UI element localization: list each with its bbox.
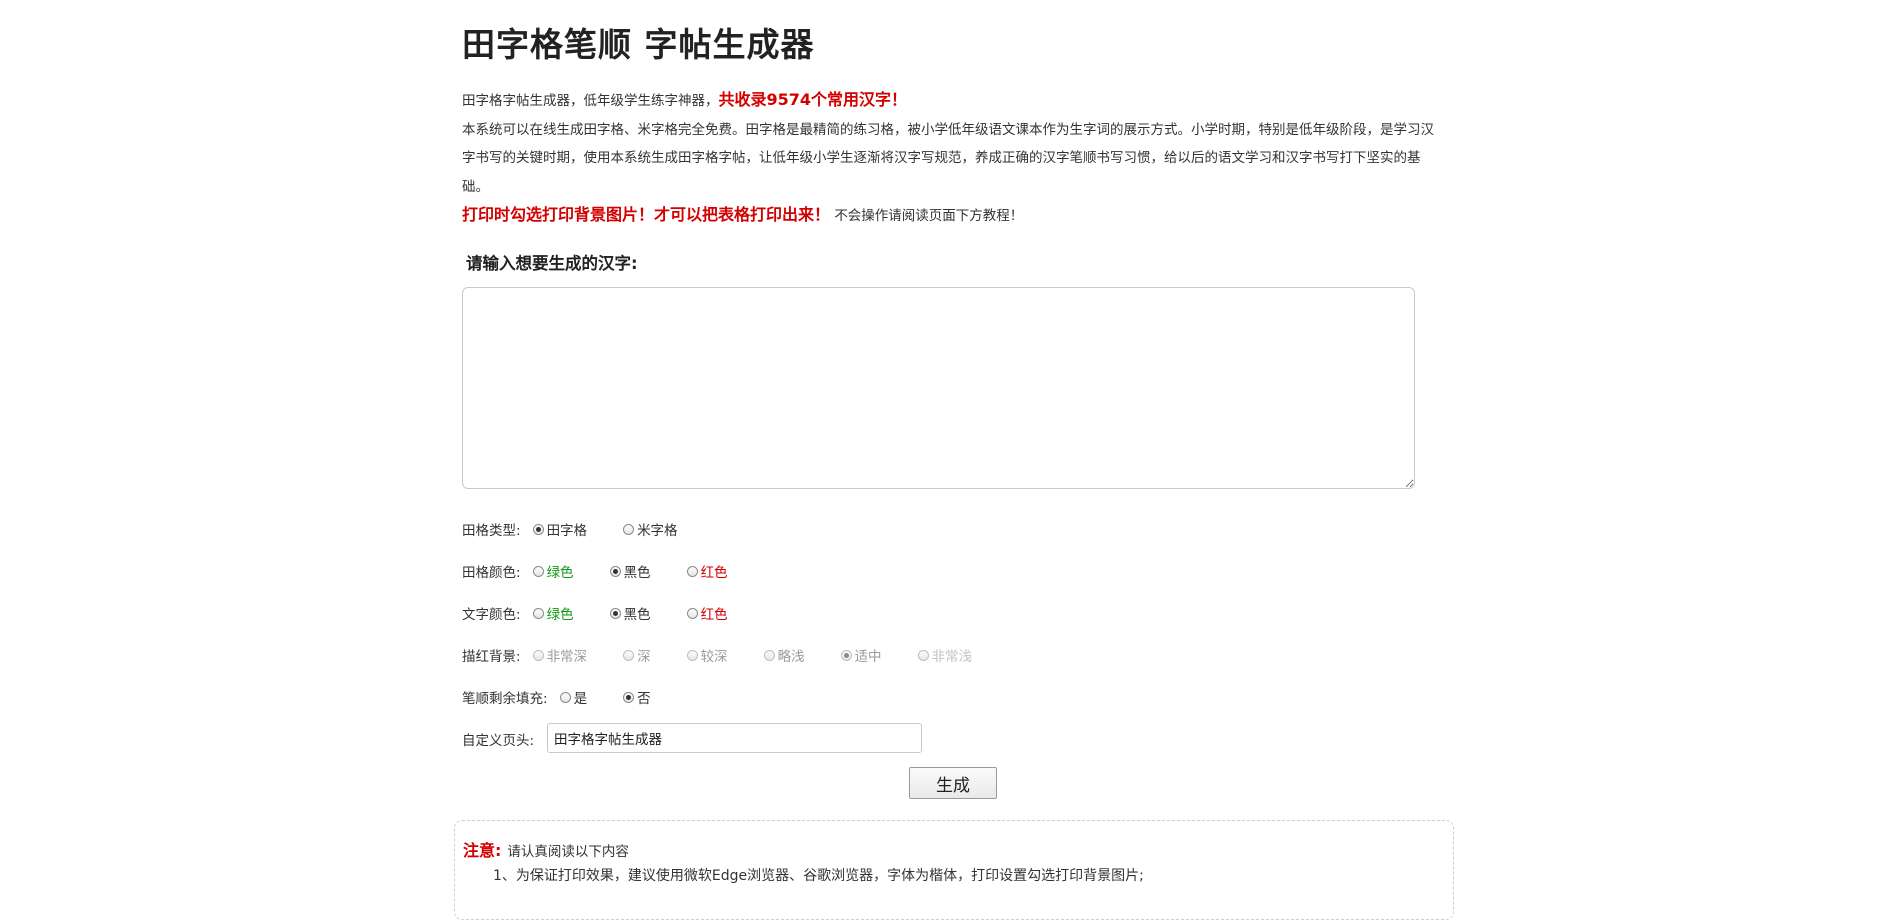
print-tip: 打印时勾选打印背景图片！才可以把表格打印出来！ 不会操作请阅读页面下方教程！ <box>462 201 1447 231</box>
radio-label: 米字格 <box>637 523 678 539</box>
generate-button[interactable]: 生成 <box>909 767 997 799</box>
text-color-green-radio[interactable]: 绿色 <box>532 603 574 623</box>
radio-icon <box>532 523 544 535</box>
radio-icon <box>609 565 621 577</box>
trace-bg-very-dark-radio[interactable]: 非常深 <box>532 645 588 665</box>
intro-paragraph: 本系统可以在线生成田字格、米字格完全免费。田字格是最精简的练习格，被小学低年级语… <box>462 121 1434 195</box>
radio-icon <box>623 523 635 535</box>
radio-icon <box>559 691 571 703</box>
notice-title: 注意: <box>463 841 502 860</box>
custom-header-row: 自定义页头: <box>462 723 922 753</box>
grid-type-mizige-radio[interactable]: 米字格 <box>623 519 678 539</box>
grid-color-label: 田格颜色: <box>462 565 521 581</box>
radio-icon <box>840 649 852 661</box>
radio-label: 田字格 <box>546 523 588 539</box>
radio-icon <box>686 649 698 661</box>
notice-item-1: 1、为保证打印效果，建议使用微软Edge浏览器、谷歌浏览器，字体为楷体，打印设置… <box>493 868 1144 884</box>
text-color-label: 文字颜色: <box>462 607 521 623</box>
radio-label: 黑色 <box>623 607 651 623</box>
radio-label: 较深 <box>700 649 728 665</box>
radio-label: 非常浅 <box>931 649 973 665</box>
radio-label: 是 <box>573 691 588 707</box>
custom-header-input[interactable] <box>547 723 922 753</box>
input-prompt: 请输入想要生成的汉字: <box>466 254 638 273</box>
trace-background-row: 描红背景: 非常深 深 较深 略浅 适中 非常浅 <box>462 644 972 666</box>
grid-type-label: 田格类型: <box>462 523 521 539</box>
grid-color-green-radio[interactable]: 绿色 <box>532 561 574 581</box>
radio-label: 深 <box>637 649 651 665</box>
trace-background-label: 描红背景: <box>462 649 521 665</box>
stroke-fill-no-radio[interactable]: 否 <box>623 687 651 707</box>
radio-icon <box>532 565 544 577</box>
radio-label: 绿色 <box>546 607 574 623</box>
notice-header: 注意: 请认真阅读以下内容 <box>463 837 629 861</box>
trace-bg-medium-radio[interactable]: 适中 <box>840 645 882 665</box>
notice-subtitle: 请认真阅读以下内容 <box>507 844 629 860</box>
text-color-red-radio[interactable]: 红色 <box>686 603 728 623</box>
radio-label: 略浅 <box>777 649 805 665</box>
radio-label: 否 <box>637 691 651 707</box>
radio-label: 非常深 <box>546 649 588 665</box>
radio-label: 绿色 <box>546 565 574 581</box>
grid-type-tianzige-radio[interactable]: 田字格 <box>532 519 588 539</box>
page-title: 田字格笔顺 字帖生成器 <box>462 25 815 64</box>
intro-line-1: 田字格字帖生成器，低年级学生练字神器，共收录9574个常用汉字！ <box>462 86 1447 116</box>
radio-label: 红色 <box>700 565 728 581</box>
radio-icon <box>917 649 929 661</box>
radio-icon <box>623 649 635 661</box>
grid-color-row: 田格颜色: 绿色 黑色 红色 <box>462 560 728 582</box>
radio-icon <box>623 691 635 703</box>
grid-color-red-radio[interactable]: 红色 <box>686 561 728 581</box>
grid-type-row: 田格类型: 田字格 米字格 <box>462 518 678 540</box>
print-tip-highlight: 打印时勾选打印背景图片！才可以把表格打印出来！ <box>462 205 831 224</box>
chinese-characters-input[interactable] <box>462 287 1415 489</box>
notice-box: 注意: 请认真阅读以下内容 1、为保证打印效果，建议使用微软Edge浏览器、谷歌浏… <box>454 820 1454 920</box>
radio-icon <box>763 649 775 661</box>
trace-bg-dark-radio[interactable]: 深 <box>623 645 651 665</box>
radio-label: 红色 <box>700 607 728 623</box>
intro-highlight: 共收录9574个常用汉字！ <box>718 90 908 109</box>
stroke-fill-row: 笔顺剩余填充: 是 否 <box>462 686 651 708</box>
radio-label: 黑色 <box>623 565 651 581</box>
grid-color-black-radio[interactable]: 黑色 <box>609 561 651 581</box>
stroke-fill-label: 笔顺剩余填充: <box>462 691 548 707</box>
radio-icon <box>532 607 544 619</box>
radio-label: 适中 <box>854 649 882 665</box>
custom-header-label: 自定义页头: <box>462 733 535 749</box>
text-color-black-radio[interactable]: 黑色 <box>609 603 651 623</box>
radio-icon <box>686 565 698 577</box>
trace-bg-fairly-dark-radio[interactable]: 较深 <box>686 645 728 665</box>
stroke-fill-yes-radio[interactable]: 是 <box>559 687 588 707</box>
radio-icon <box>686 607 698 619</box>
intro-section: 田字格字帖生成器，低年级学生练字神器，共收录9574个常用汉字！ 本系统可以在线… <box>462 86 1447 231</box>
trace-bg-slightly-light-radio[interactable]: 略浅 <box>763 645 805 665</box>
trace-bg-very-light-radio[interactable]: 非常浅 <box>917 645 973 665</box>
print-tip-suffix: 不会操作请阅读页面下方教程！ <box>834 208 1024 224</box>
radio-icon <box>609 607 621 619</box>
radio-icon <box>532 649 544 661</box>
text-color-row: 文字颜色: 绿色 黑色 红色 <box>462 602 728 624</box>
intro-prefix: 田字格字帖生成器，低年级学生练字神器， <box>462 93 719 109</box>
